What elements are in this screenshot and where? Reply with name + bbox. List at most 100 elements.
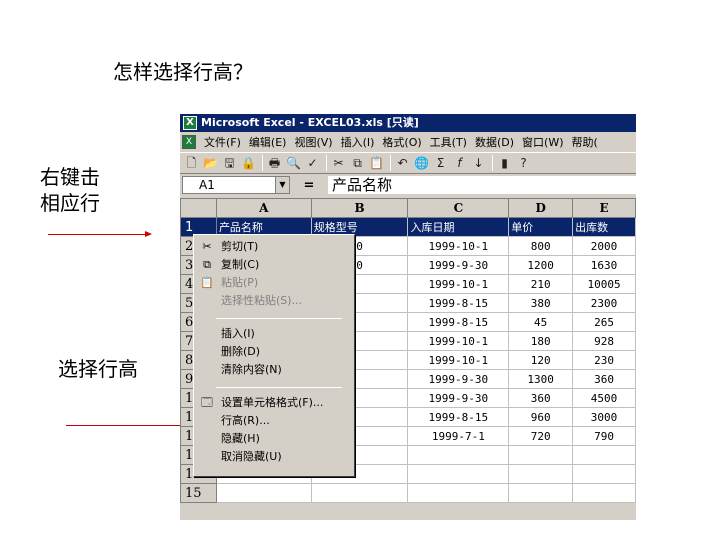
menu-insert[interactable]: 插入(I) — [337, 134, 379, 150]
permission-icon[interactable]: 🔒 — [240, 155, 257, 172]
cell[interactable]: 1999-8-15 — [407, 312, 510, 332]
cell[interactable]: 1999-10-1 — [407, 274, 510, 294]
select-all-corner[interactable] — [180, 198, 217, 218]
cell[interactable]: 10005 — [572, 274, 636, 294]
cell[interactable] — [572, 445, 636, 465]
cell[interactable] — [407, 483, 510, 503]
menu-item-copy[interactable]: ⧉ 复制(C) — [196, 256, 352, 274]
cell[interactable]: 1999-9-30 — [407, 388, 510, 408]
menu-item-unhide[interactable]: 取消隐藏(U) — [196, 448, 352, 466]
cell[interactable]: 790 — [572, 426, 636, 446]
cell[interactable]: 1999-10-1 — [407, 236, 510, 256]
copy-icon[interactable]: ⧉ — [349, 155, 366, 172]
help-icon[interactable]: ? — [515, 155, 532, 172]
cell[interactable] — [407, 445, 510, 465]
menu-tools[interactable]: 工具(T) — [426, 134, 471, 150]
function-icon[interactable]: f — [451, 155, 468, 172]
cell[interactable]: 1999-7-1 — [407, 426, 510, 446]
cell[interactable]: 928 — [572, 331, 636, 351]
menu-item-format-cells[interactable]: 🗔 设置单元格格式(F)... — [196, 394, 352, 412]
cell[interactable]: 265 — [572, 312, 636, 332]
cell[interactable]: 1999-9-30 — [407, 255, 510, 275]
menu-help[interactable]: 帮助( — [568, 134, 602, 150]
column-header-e[interactable]: E — [572, 198, 636, 218]
cell[interactable]: 360 — [508, 388, 574, 408]
format-cells-icon: 🗔 — [201, 396, 213, 409]
cell[interactable]: 1999-9-30 — [407, 369, 510, 389]
cell[interactable]: 180 — [508, 331, 574, 351]
cell[interactable]: 960 — [508, 407, 574, 427]
column-header-d[interactable]: D — [508, 198, 574, 218]
cell[interactable]: 2000 — [572, 236, 636, 256]
menu-data[interactable]: 数据(D) — [471, 134, 518, 150]
column-header-a[interactable]: A — [215, 198, 312, 218]
open-folder-icon[interactable]: 📂 — [202, 155, 219, 172]
menu-item-cut[interactable]: ✂ 剪切(T) — [196, 238, 352, 256]
cell[interactable]: 360 — [572, 369, 636, 389]
cell[interactable]: 720 — [508, 426, 574, 446]
spelling-icon[interactable]: ✓ — [304, 155, 321, 172]
cell[interactable]: 800 — [508, 236, 574, 256]
window-titlebar[interactable]: X Microsoft Excel - EXCEL03.xls [只读] — [180, 114, 636, 132]
menu-item-delete[interactable]: 删除(D) — [196, 343, 352, 361]
cell[interactable] — [508, 483, 574, 503]
menu-item-paste[interactable]: 📋 粘贴(P) — [196, 274, 352, 292]
cell[interactable]: 4500 — [572, 388, 636, 408]
print-icon[interactable]: 🖶 — [266, 155, 283, 172]
cell[interactable]: 单价 — [508, 217, 574, 237]
column-header-c[interactable]: C — [407, 198, 510, 218]
menu-item-insert[interactable]: 插入(I) — [196, 325, 352, 343]
cell[interactable]: 1999-8-15 — [407, 293, 510, 313]
cell[interactable]: 入库日期 — [407, 217, 510, 237]
cell[interactable]: 1999-10-1 — [407, 331, 510, 351]
column-header-b[interactable]: B — [310, 198, 409, 218]
cell[interactable] — [407, 464, 510, 484]
cell[interactable]: 230 — [572, 350, 636, 370]
cell[interactable]: 380 — [508, 293, 574, 313]
cut-icon[interactable]: ✂ — [330, 155, 347, 172]
menu-item-row-height[interactable]: 行高(R)... — [196, 412, 352, 430]
undo-icon[interactable]: ↶ — [394, 155, 411, 172]
cell[interactable]: 出库数 — [572, 217, 636, 237]
formula-input[interactable]: 产品名称 — [328, 176, 636, 194]
new-file-icon[interactable]: 🗋 — [183, 155, 200, 172]
cell[interactable]: 45 — [508, 312, 574, 332]
cell[interactable] — [508, 464, 574, 484]
hyperlink-icon[interactable]: 🌐 — [413, 155, 430, 172]
cell[interactable]: 2300 — [572, 293, 636, 313]
print-preview-icon[interactable]: 🔍 — [285, 155, 302, 172]
cell[interactable] — [215, 483, 312, 503]
autosum-icon[interactable]: Σ — [432, 155, 449, 172]
cell[interactable] — [572, 483, 636, 503]
menu-item-clear-contents[interactable]: 清除内容(N) — [196, 361, 352, 379]
paste-icon[interactable]: 📋 — [368, 155, 385, 172]
menu-format[interactable]: 格式(O) — [378, 134, 425, 150]
cell[interactable]: 1999-8-15 — [407, 407, 510, 427]
cell[interactable]: 1300 — [508, 369, 574, 389]
menu-edit[interactable]: 编辑(E) — [245, 134, 291, 150]
cell[interactable] — [572, 464, 636, 484]
cell[interactable]: 3000 — [572, 407, 636, 427]
cell[interactable]: 1630 — [572, 255, 636, 275]
toolbar-separator — [262, 155, 263, 171]
menu-item-hide[interactable]: 隐藏(H) — [196, 430, 352, 448]
cell[interactable]: 120 — [508, 350, 574, 370]
cell[interactable]: 1200 — [508, 255, 574, 275]
menu-file[interactable]: 文件(F) — [200, 134, 245, 150]
sort-ascending-icon[interactable]: ↓ — [470, 155, 487, 172]
cell[interactable]: 1999-10-1 — [407, 350, 510, 370]
excel-app-icon[interactable]: X — [183, 116, 197, 130]
cell[interactable] — [310, 483, 409, 503]
note-select-row-height: 选择行高 — [58, 357, 138, 381]
cell[interactable] — [508, 445, 574, 465]
menu-item-paste-special[interactable]: 选择性粘贴(S)... — [196, 292, 352, 310]
menu-view[interactable]: 视图(V) — [290, 134, 336, 150]
menu-window[interactable]: 窗口(W) — [518, 134, 567, 150]
chart-wizard-icon[interactable]: ▮ — [496, 155, 513, 172]
workbook-icon[interactable]: X — [182, 135, 196, 149]
cell[interactable]: 210 — [508, 274, 574, 294]
dropdown-arrow-icon[interactable]: ▼ — [275, 177, 289, 193]
row-header[interactable]: 15 — [180, 483, 217, 503]
save-icon[interactable]: 🖫 — [221, 155, 238, 172]
name-box[interactable]: A1 ▼ — [182, 176, 290, 194]
